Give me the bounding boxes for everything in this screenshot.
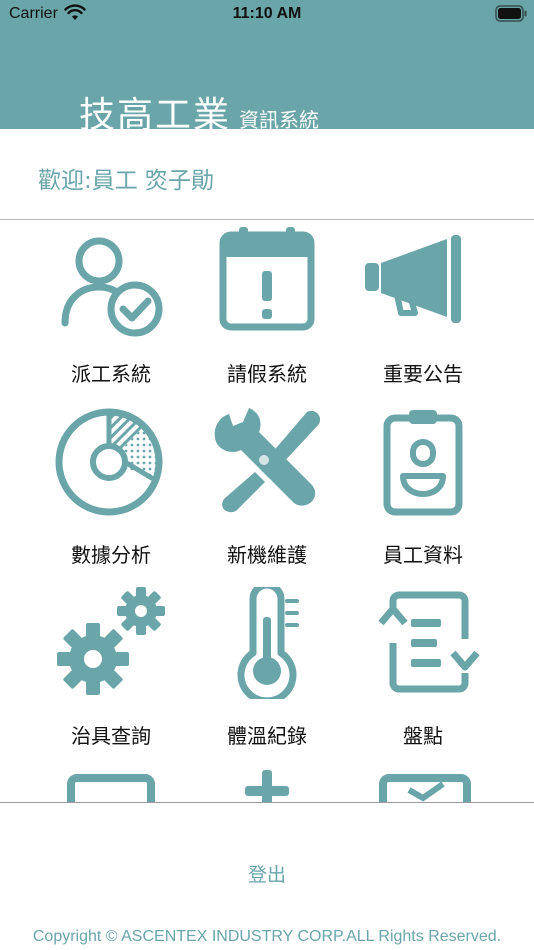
status-bar: Carrier 11:10 AM	[0, 0, 534, 30]
menu-grid[interactable]: 派工系統 請假系統 重要公告 數據分析 新機維護 員工資料 治具查詢 體溫紀錄 …	[0, 221, 534, 803]
menu-item-label: 員工資料	[383, 543, 463, 567]
checklist-icon	[379, 774, 471, 802]
menu-item-partial[interactable]	[178, 764, 356, 802]
menu-item-partial[interactable]	[334, 764, 512, 802]
menu-item-leave[interactable]: 請假系統	[178, 221, 356, 402]
menu-item-label: 體溫紀錄	[227, 724, 307, 748]
id-badge-icon	[383, 410, 463, 516]
menu-item-label: 盤點	[403, 724, 443, 748]
monitor-icon	[67, 774, 155, 802]
menu-item-label: 請假系統	[227, 362, 307, 386]
welcome-text: 歡迎:員工 焁子勛	[38, 168, 215, 194]
menu-item-label: 治具查詢	[71, 724, 151, 748]
logout-button[interactable]: 登出	[0, 860, 534, 887]
menu-item-label: 重要公告	[383, 362, 463, 386]
menu-item-label: 新機維護	[227, 543, 307, 567]
menu-item-inventory[interactable]: 盤點	[334, 583, 512, 764]
user-check-icon	[61, 237, 163, 337]
gears-icon	[57, 587, 165, 695]
calendar-alert-icon	[219, 227, 315, 331]
menu-item-temperature[interactable]: 體溫紀錄	[178, 583, 356, 764]
tools-icon	[214, 408, 321, 513]
app-header: Carrier 11:10 AM 技高工業 資訊系統	[0, 0, 534, 136]
megaphone-icon	[365, 235, 461, 323]
menu-item-partial[interactable]	[22, 764, 200, 802]
thermometer-icon	[237, 587, 299, 699]
menu-item-label: 派工系統	[71, 362, 151, 386]
menu-item-label: 數據分析	[71, 543, 151, 567]
battery-icon	[495, 5, 527, 22]
status-time: 11:10 AM	[232, 5, 302, 22]
menu-item-analytics[interactable]: 數據分析	[22, 402, 200, 583]
welcome-section: 歡迎:員工 焁子勛	[0, 129, 534, 220]
menu-item-fixtures[interactable]: 治具查詢	[22, 583, 200, 764]
menu-item-dispatch[interactable]: 派工系統	[22, 221, 200, 402]
copyright-text: Copyright © ASCENTEX INDUSTRY CORP.ALL R…	[32, 928, 502, 945]
plus-icon	[245, 770, 289, 802]
menu-item-announcements[interactable]: 重要公告	[334, 221, 512, 402]
pie-chart-icon	[55, 408, 163, 516]
menu-item-maintenance[interactable]: 新機維護	[178, 402, 356, 583]
menu-item-employee-info[interactable]: 員工資料	[334, 402, 512, 583]
inventory-list-icon	[378, 591, 480, 693]
